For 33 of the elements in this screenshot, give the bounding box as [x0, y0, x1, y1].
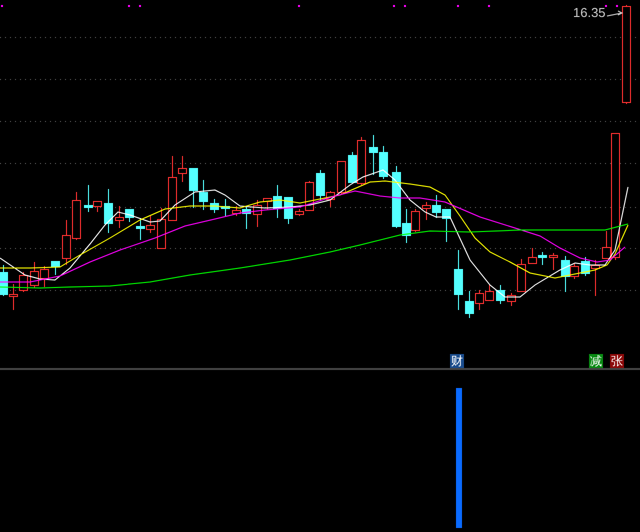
signal-marker: 财: [450, 354, 464, 368]
candlestick: [189, 168, 198, 208]
signal-marker: 张: [610, 354, 624, 368]
candlestick: [40, 266, 49, 288]
candlestick: [136, 218, 145, 240]
candlestick: [496, 284, 505, 304]
candlestick: [465, 290, 474, 318]
candlestick: [379, 146, 388, 180]
candlestick: [337, 160, 346, 194]
price-pointer-icon: [606, 10, 624, 16]
candlestick: [528, 248, 537, 264]
candlestick: [157, 208, 166, 249]
candlestick: [9, 284, 18, 310]
signal-marker: 减: [589, 354, 603, 368]
candlestick: [369, 134, 378, 176]
candlestick: [199, 180, 208, 210]
candlestick: [72, 192, 81, 240]
candlestick: [422, 202, 431, 220]
candlestick: [454, 250, 463, 310]
candlestick: [538, 252, 547, 266]
candlestick: [432, 194, 441, 218]
candlestick: [485, 284, 494, 302]
candlestick: [51, 260, 60, 276]
candlestick: [475, 290, 484, 310]
candlestick: [221, 198, 230, 216]
last-price-label: 16.35: [573, 5, 606, 20]
candlestick: [442, 208, 451, 242]
candlestick: [104, 188, 113, 234]
candlestick: [549, 252, 558, 270]
candlestick: [30, 262, 39, 288]
candlestick: [146, 216, 155, 234]
candlestick: [62, 220, 71, 266]
candlestick: [210, 198, 219, 214]
